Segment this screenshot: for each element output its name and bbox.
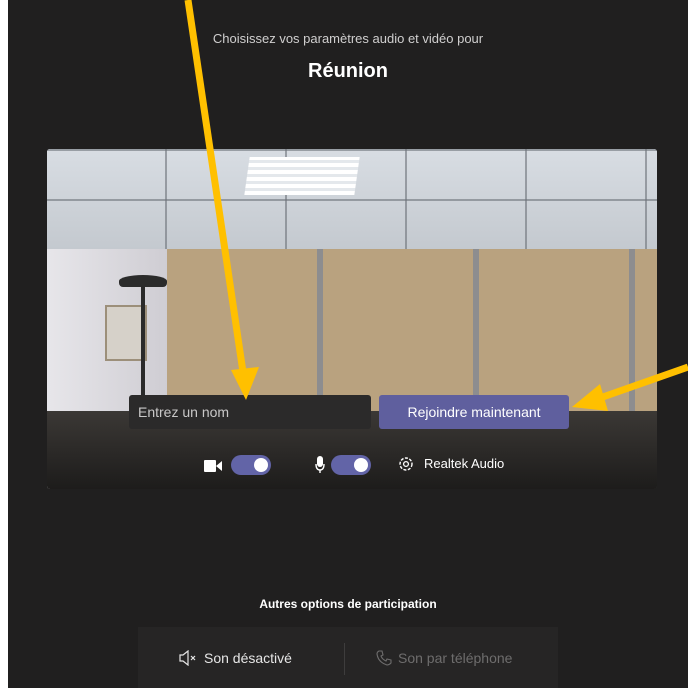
audio-device-label[interactable]: Realtek Audio: [424, 456, 504, 471]
options-divider: [344, 643, 345, 675]
prejoin-screen: Choisissez vos paramètres audio et vidéo…: [8, 0, 688, 688]
join-options-bar: Son désactivé Son par téléphone: [138, 627, 558, 688]
phone-icon: [376, 650, 392, 666]
prejoin-subtitle: Choisissez vos paramètres audio et vidéo…: [212, 31, 484, 46]
microphone-toggle[interactable]: [331, 455, 371, 475]
meeting-title: Réunion: [308, 60, 388, 82]
audio-off-option[interactable]: Son désactivé: [178, 649, 292, 667]
video-camera-icon: [204, 459, 222, 477]
gear-icon[interactable]: [397, 455, 415, 478]
device-controls: Realtek Audio: [47, 451, 657, 479]
speaker-muted-icon: [179, 649, 196, 667]
camera-preview: Rejoindre maintenant: [47, 149, 657, 489]
audio-off-label: Son désactivé: [204, 650, 292, 666]
phone-audio-label: Son par téléphone: [398, 650, 513, 666]
join-now-button[interactable]: Rejoindre maintenant: [379, 395, 569, 429]
microphone-icon: [315, 456, 325, 479]
name-input[interactable]: [129, 395, 371, 429]
camera-toggle[interactable]: [231, 455, 271, 475]
other-options-heading: Autres options de participation: [259, 597, 437, 611]
phone-audio-option[interactable]: Son par téléphone: [376, 650, 512, 666]
